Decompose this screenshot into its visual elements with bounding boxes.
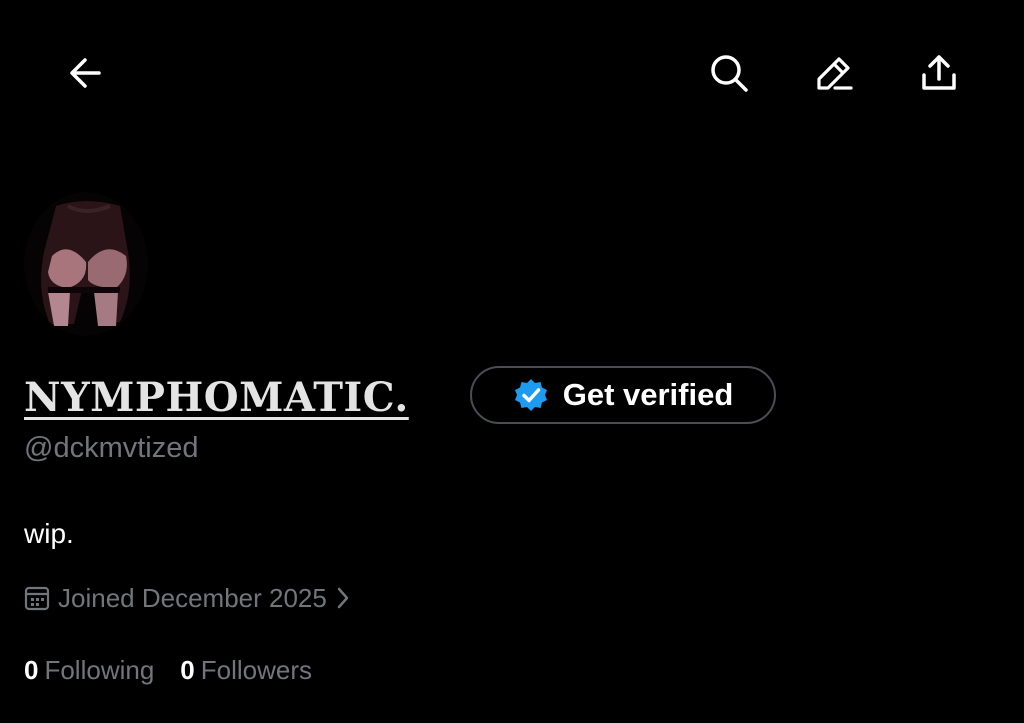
followers-stat[interactable]: 0 Followers: [180, 655, 312, 686]
following-label: Following: [44, 655, 155, 685]
top-nav-bar: [0, 0, 1024, 150]
username-handle: @dckmvtized: [24, 432, 199, 464]
verified-badge-icon: [514, 379, 547, 411]
search-button[interactable]: [701, 45, 757, 101]
avatar-image: [24, 192, 148, 336]
avatar[interactable]: [24, 192, 148, 336]
joined-date-text: Joined December 2025: [58, 582, 327, 613]
pencil-icon: [817, 57, 853, 90]
edit-profile-button[interactable]: [807, 45, 863, 101]
profile-name-row: NYMPHOMATIC. Get verified: [24, 364, 776, 430]
follow-stats: 0 Following 0 Followers: [24, 655, 312, 686]
share-upload-icon: [922, 55, 956, 90]
share-button[interactable]: [911, 45, 967, 101]
search-icon: [711, 55, 748, 92]
back-button[interactable]: [57, 45, 113, 101]
joined-date-row[interactable]: Joined December 2025: [24, 580, 351, 616]
profile-bio: wip.: [24, 518, 74, 549]
get-verified-label: Get verified: [562, 377, 734, 412]
following-count: 0: [24, 655, 39, 685]
arrow-left-icon: [70, 58, 101, 88]
following-stat[interactable]: 0 Following: [24, 655, 154, 686]
get-verified-button[interactable]: Get verified: [470, 366, 776, 424]
chevron-right-icon: [337, 587, 349, 609]
display-name: NYMPHOMATIC.: [24, 373, 409, 421]
followers-label: Followers: [200, 655, 313, 685]
calendar-icon: [24, 586, 50, 611]
followers-count: 0: [180, 655, 195, 685]
